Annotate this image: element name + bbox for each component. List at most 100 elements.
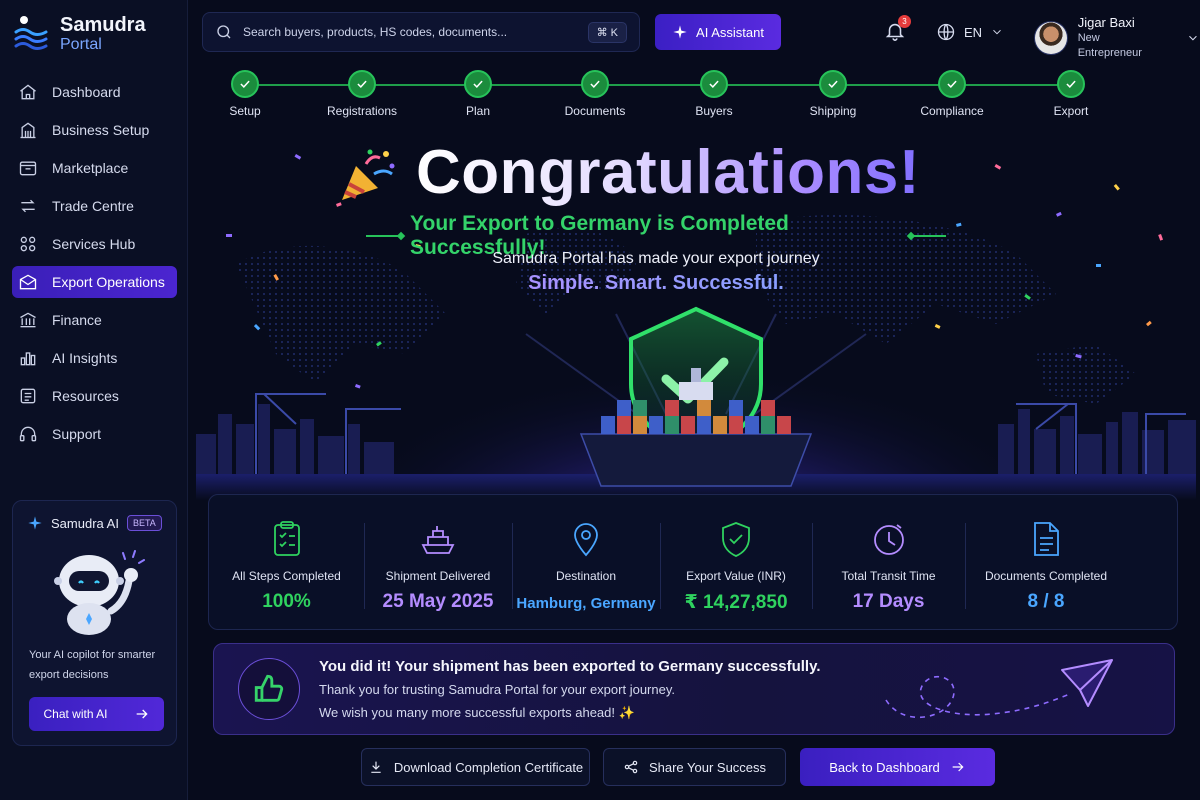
search-input[interactable]: Search buyers, products, HS codes, docum… (243, 25, 578, 39)
step-setup[interactable]: Setup (190, 70, 300, 118)
sidebar-item-label: Dashboard (52, 84, 121, 100)
sidebar-item-export-operations[interactable]: Export Operations (12, 266, 177, 298)
share-success-label: Share Your Success (648, 759, 767, 775)
arrow-right-icon (136, 709, 148, 719)
sidebar-item-label: AI Insights (52, 350, 118, 366)
sidebar-item-resources[interactable]: Resources (12, 380, 177, 412)
headset-icon (19, 426, 37, 442)
sidebar-item-label: Trade Centre (52, 198, 134, 214)
check-icon (828, 80, 838, 89)
ai-promo-card: Samudra AI BETA Your AI copilot for smar… (12, 500, 177, 746)
chevron-down-icon (1189, 35, 1197, 40)
sidebar-item-services-hub[interactable]: Services Hub (12, 228, 177, 260)
stat-label: Total Transit Time (841, 569, 936, 583)
check-icon (473, 80, 483, 89)
stat-destination: Destination Hamburg, Germany (512, 495, 660, 631)
celebration-hero: Congratulations! Your Export to Germany … (196, 124, 1196, 500)
stat-label: Documents Completed (984, 569, 1108, 583)
home-icon (20, 84, 36, 100)
step-complete-indicator (348, 70, 376, 98)
step-export[interactable]: Export (1016, 70, 1126, 118)
sidebar-item-label: Finance (52, 312, 102, 328)
congratulations-title: Congratulations! (416, 134, 936, 212)
brand-sub: Portal (60, 36, 102, 53)
stat-value: ₹ 14,27,850 (684, 592, 788, 613)
decorative-divider (366, 235, 401, 237)
step-label: Export (1053, 104, 1089, 118)
decorative-divider (911, 235, 946, 237)
share-success-button[interactable]: Share Your Success (603, 748, 786, 786)
back-to-dashboard-label: Back to Dashboard (829, 759, 940, 775)
banner-line-2: We wish you many more successful exports… (319, 705, 635, 720)
user-role: New Entrepreneur (1077, 32, 1142, 59)
step-registrations[interactable]: Registrations (307, 70, 417, 118)
step-plan[interactable]: Plan (423, 70, 533, 118)
sidebar-item-finance[interactable]: Finance (12, 304, 177, 336)
language-selector[interactable]: EN (936, 22, 1004, 42)
sparkle-icon (673, 25, 687, 39)
chat-with-ai-label: Chat with AI (43, 707, 108, 721)
sidebar-item-label: Export Operations (52, 274, 165, 290)
check-icon (1066, 80, 1076, 89)
step-label: Shipping (809, 104, 857, 118)
export-summary-stats: All Steps Completed 100% Shipment Delive… (208, 494, 1178, 630)
step-documents[interactable]: Documents (540, 70, 650, 118)
share-icon (624, 760, 638, 774)
store-icon (19, 161, 37, 176)
hero-line: Samudra Portal has made your export jour… (492, 250, 820, 267)
ai-assistant-button[interactable]: AI Assistant (655, 14, 781, 50)
stat-label: Export Value (INR) (686, 569, 786, 583)
stat-value: 25 May 2025 (382, 591, 494, 612)
stat-documents-completed: Documents Completed 8 / 8 (965, 495, 1127, 631)
back-to-dashboard-button[interactable]: Back to Dashboard (800, 748, 995, 786)
banner-line-1: Thank you for trusting Samudra Portal fo… (319, 682, 675, 697)
ai-assistant-label: AI Assistant (696, 24, 764, 40)
stat-label: All Steps Completed (232, 569, 341, 583)
sidebar-item-label: Support (52, 426, 102, 442)
download-certificate-button[interactable]: Download Completion Certificate (361, 748, 590, 786)
sidebar-item-dashboard[interactable]: Dashboard (12, 76, 177, 108)
sidebar-item-ai-insights[interactable]: AI Insights (12, 342, 177, 374)
notifications-button[interactable]: 3 (884, 15, 911, 44)
step-complete-indicator (700, 70, 728, 98)
progress-stepper: Setup Registrations Plan Documents Buyer… (200, 70, 1190, 124)
stat-value: 100% (262, 591, 311, 612)
brand-logo[interactable]: Samudra Portal (14, 14, 146, 54)
notification-count-badge: 3 (898, 15, 911, 28)
chat-with-ai-button[interactable]: Chat with AI (29, 697, 164, 731)
sparkle-icon (28, 516, 42, 530)
banner-headline: You did it! Your shipment has been expor… (319, 658, 821, 675)
bank-icon (20, 312, 36, 328)
step-label: Setup (229, 104, 261, 118)
language-label: EN (964, 24, 983, 40)
global-search[interactable]: Search buyers, products, HS codes, docum… (202, 12, 640, 52)
sidebar: Samudra Portal Dashboard Business Setup … (0, 0, 188, 800)
sidebar-item-marketplace[interactable]: Marketplace (12, 152, 177, 184)
chevron-down-icon (993, 29, 1001, 35)
checklist-icon (273, 521, 300, 556)
party-popper-icon (342, 149, 395, 200)
sidebar-item-business-setup[interactable]: Business Setup (12, 114, 177, 146)
step-complete-indicator (819, 70, 847, 98)
check-icon (357, 80, 367, 89)
step-label: Plan (465, 104, 491, 118)
user-menu[interactable]: Jigar Baxi New Entrepreneur (1034, 14, 1200, 61)
sidebar-item-trade-centre[interactable]: Trade Centre (12, 190, 177, 222)
stat-label: Destination (555, 569, 617, 583)
step-complete-indicator (581, 70, 609, 98)
sidebar-item-label: Resources (52, 388, 119, 404)
check-icon (240, 80, 250, 89)
sidebar-item-label: Services Hub (52, 236, 136, 252)
sidebar-item-support[interactable]: Support (12, 418, 177, 450)
step-shipping[interactable]: Shipping (778, 70, 888, 118)
brand-name: Samudra (60, 14, 146, 36)
step-complete-indicator (464, 70, 492, 98)
step-complete-indicator (231, 70, 259, 98)
ship-icon (421, 526, 455, 554)
waves-logo-icon (14, 16, 48, 50)
clock-icon (873, 524, 904, 555)
step-buyers[interactable]: Buyers (659, 70, 769, 118)
search-icon (217, 25, 231, 39)
step-compliance[interactable]: Compliance (897, 70, 1007, 118)
thumbs-up-icon (254, 674, 284, 702)
